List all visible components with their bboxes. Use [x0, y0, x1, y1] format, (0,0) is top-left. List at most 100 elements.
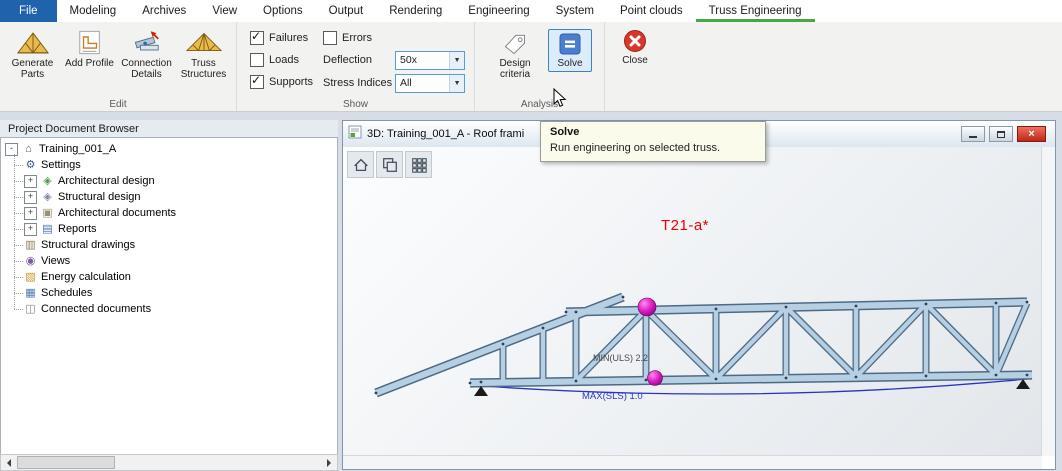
chevron-down-icon: ▼ [449, 52, 464, 69]
deflection-label: Deflection [323, 54, 395, 66]
stress-indices-dropdown[interactable]: All ▼ [395, 74, 465, 93]
tab-point-clouds[interactable]: Point clouds [607, 0, 696, 22]
layout-view-button[interactable] [376, 151, 403, 178]
tree-item-energy-calculation[interactable]: ▧ Energy calculation [14, 269, 337, 285]
expand-icon[interactable]: + [24, 207, 37, 220]
tab-view[interactable]: View [199, 0, 250, 22]
ribbon-group-close: Close [605, 22, 665, 111]
tab-rendering[interactable]: Rendering [376, 0, 455, 22]
expand-icon[interactable]: + [24, 175, 37, 188]
tab-archives[interactable]: Archives [129, 0, 199, 22]
truss-id-label: T21-a* [661, 217, 709, 234]
tree-item-reports[interactable]: + ▤ Reports [14, 221, 337, 237]
tree-item-label: Structural design [58, 191, 141, 203]
checkbox-icon [250, 75, 264, 89]
project-icon: ⌂ [22, 143, 35, 156]
truss-structures-button[interactable]: Truss Structures [176, 25, 231, 80]
deflection-value: 50x [396, 54, 449, 66]
tree-item-structural-drawings[interactable]: ▥ Structural drawings [14, 237, 337, 253]
tree-item-architectural-design[interactable]: + ◈ Architectural design [14, 173, 337, 189]
generate-parts-button[interactable]: Generate Parts [5, 25, 60, 80]
grid-view-button[interactable] [405, 151, 432, 178]
tooltip-title: Solve [550, 126, 756, 138]
tab-system[interactable]: System [543, 0, 607, 22]
view-window-title: 3D: Training_001_A - Roof frami [367, 128, 524, 140]
errors-label: Errors [342, 32, 372, 44]
generate-parts-label: Generate Parts [5, 59, 60, 80]
project-document-browser-panel: Project Document Browser - ⌂ Training_00… [0, 120, 338, 471]
tooltip-body: Run engineering on selected truss. [550, 142, 756, 154]
view-toolbar [347, 151, 432, 178]
tab-truss-engineering[interactable]: Truss Engineering [696, 0, 815, 22]
show-group-label: Show [237, 99, 474, 110]
schedules-icon: ▦ [24, 287, 37, 300]
minimize-button[interactable] [961, 126, 985, 142]
menubar: File Modeling Archives View Options Outp… [0, 0, 1062, 23]
tree-item-label: Structural drawings [41, 239, 135, 251]
view-vertical-scrollbar[interactable] [1041, 147, 1055, 456]
solve-button[interactable]: Solve [548, 29, 592, 72]
expand-icon[interactable]: + [24, 191, 37, 204]
tab-options[interactable]: Options [250, 0, 316, 22]
tab-output[interactable]: Output [316, 0, 377, 22]
collapse-icon[interactable]: - [5, 143, 18, 156]
tree-root-label: Training_001_A [39, 143, 116, 155]
solve-tooltip: Solve Run engineering on selected truss. [540, 121, 766, 162]
3d-viewport[interactable]: MIN(ULS) 2.2 MAX(SLS) 1.0 [343, 147, 1042, 456]
errors-checkbox[interactable]: Errors [323, 29, 465, 46]
home-view-button[interactable] [347, 151, 374, 178]
support-triangle-right [1016, 379, 1030, 389]
checkbox-icon [250, 53, 264, 67]
tag-icon [502, 31, 528, 57]
add-profile-button[interactable]: Add Profile [62, 25, 117, 80]
tree-root-training-001-a[interactable]: - ⌂ Training_001_A [5, 141, 337, 157]
expand-icon[interactable]: + [24, 223, 37, 236]
panel-horizontal-scrollbar[interactable] [0, 454, 338, 471]
window-close-button[interactable]: × [1017, 126, 1046, 142]
close-label: Close [622, 56, 648, 67]
tab-engineering[interactable]: Engineering [455, 0, 542, 22]
truss-drawing: MIN(ULS) 2.2 MAX(SLS) 1.0 [343, 147, 1042, 456]
tree-item-label: Architectural design [58, 175, 155, 187]
design-criteria-button[interactable]: Design criteria [487, 29, 543, 82]
tree-item-settings[interactable]: ⚙ Settings [14, 157, 337, 173]
scroll-left-icon[interactable] [1, 456, 16, 469]
tab-modeling[interactable]: Modeling [57, 0, 130, 22]
view-horizontal-scrollbar[interactable] [343, 455, 1042, 469]
failure-sphere-top[interactable] [638, 298, 656, 316]
failure-sphere-bottom[interactable] [648, 371, 663, 386]
tree-item-schedules[interactable]: ▦ Schedules [14, 285, 337, 301]
max-sls-annotation: MAX(SLS) 1.0 [582, 391, 643, 402]
min-uls-annotation: MIN(ULS) 2.2 [593, 353, 648, 363]
loads-checkbox[interactable]: Loads [250, 51, 313, 68]
connection-details-button[interactable]: Connection Details [119, 25, 174, 80]
scrollbar-thumb[interactable] [17, 456, 115, 469]
tree-item-label: Schedules [41, 287, 92, 299]
failures-checkbox[interactable]: Failures [250, 29, 313, 46]
drawings-icon: ▥ [24, 239, 37, 252]
close-button[interactable]: Close [613, 26, 657, 69]
deflection-dropdown[interactable]: 50x ▼ [395, 51, 465, 70]
solve-icon [559, 31, 581, 57]
tree-item-label: Settings [41, 159, 81, 171]
tab-file[interactable]: File [0, 0, 57, 22]
solve-label: Solve [558, 59, 583, 70]
tree-item-structural-design[interactable]: + ◈ Structural design [14, 189, 337, 205]
ribbon-group-edit: Generate Parts Add Profile [0, 22, 237, 111]
connected-documents-icon: ◫ [24, 303, 37, 316]
energy-icon: ▧ [24, 271, 37, 284]
supports-checkbox[interactable]: Supports [250, 73, 313, 90]
connection-icon [133, 27, 161, 57]
tree-item-architectural-documents[interactable]: + ▣ Architectural documents [14, 205, 337, 221]
view-window-icon [348, 125, 362, 144]
maximize-button[interactable] [989, 126, 1013, 142]
edit-group-label: Edit [0, 99, 236, 110]
design-criteria-label: Design criteria [489, 59, 541, 80]
scroll-right-icon[interactable] [322, 456, 337, 469]
truss-generate-icon [16, 27, 50, 57]
tree-item-views[interactable]: ◉ Views [14, 253, 337, 269]
gear-icon: ⚙ [24, 159, 37, 172]
ribbon-group-show: Failures Loads Supports Errors Deflectio… [237, 22, 475, 111]
stress-indices-label: Stress Indices [323, 77, 395, 89]
tree-item-connected-documents[interactable]: ◫ Connected documents [14, 301, 337, 317]
